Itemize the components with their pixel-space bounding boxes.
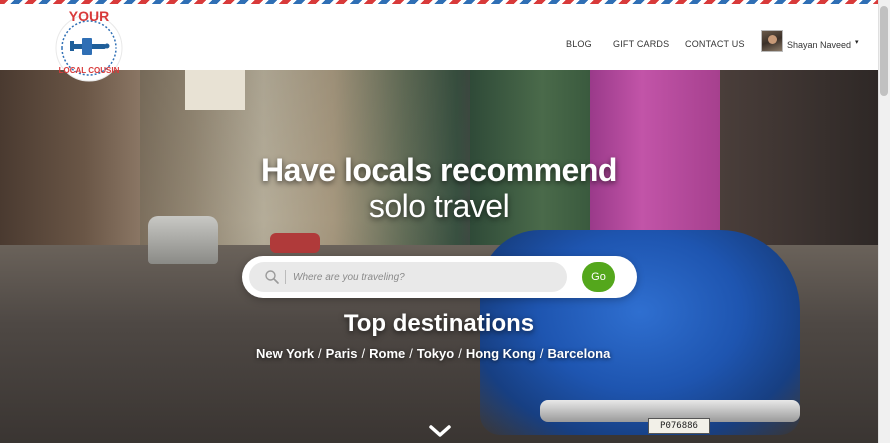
hero-headline: Have locals recommend [261, 152, 617, 188]
search-icon [265, 270, 279, 284]
nav-contact-us[interactable]: CONTACT US [685, 39, 745, 49]
destination-rome[interactable]: Rome [369, 346, 405, 361]
avatar[interactable] [761, 30, 783, 52]
separator: / [458, 346, 462, 361]
scrollbar[interactable] [878, 0, 890, 443]
search-bar: Go [242, 256, 637, 298]
license-plate: P076886 [648, 418, 710, 434]
hero-red-car [270, 233, 320, 253]
logo-badge: YOUR LOCAL COUSIN [55, 8, 123, 82]
separator: / [361, 346, 366, 361]
logo-line1: YOUR [69, 8, 109, 24]
site-logo[interactable]: YOUR LOCAL COUSIN [52, 6, 126, 84]
destination-new-york[interactable]: New York [256, 346, 314, 361]
go-button[interactable]: Go [582, 262, 615, 292]
search-divider [285, 270, 286, 284]
hero-subheadline: solo travel [368, 188, 510, 224]
logo-line2: LOCAL COUSIN [59, 66, 120, 75]
separator: / [409, 346, 413, 361]
destination-barcelona[interactable]: Barcelona [547, 346, 610, 361]
search-field [249, 262, 567, 292]
chevron-down-icon[interactable]: ▾ [855, 38, 859, 46]
chevron-down-icon[interactable] [428, 424, 452, 438]
separator: / [539, 346, 544, 361]
hero-sky [185, 70, 245, 110]
destination-paris[interactable]: Paris [326, 346, 358, 361]
user-menu[interactable]: Shayan Naveed ▾ [761, 30, 859, 52]
hero-section: P076886 Have locals recommend solo trave… [0, 70, 878, 443]
destination-hong-kong[interactable]: Hong Kong [466, 346, 536, 361]
nav-blog[interactable]: BLOG [566, 39, 592, 49]
site-header: BLOG GIFT CARDS CONTACT US Shayan Naveed… [0, 4, 878, 70]
scrollbar-thumb[interactable] [880, 6, 888, 96]
nav-gift-cards[interactable]: GIFT CARDS [613, 39, 669, 49]
separator: / [318, 346, 322, 361]
destinations-list: New York / Paris / Rome / Tokyo / Hong K… [256, 346, 610, 361]
user-name[interactable]: Shayan Naveed [787, 40, 851, 50]
search-input[interactable] [293, 262, 553, 292]
destination-tokyo[interactable]: Tokyo [417, 346, 454, 361]
top-destinations-title: Top destinations [343, 310, 535, 337]
